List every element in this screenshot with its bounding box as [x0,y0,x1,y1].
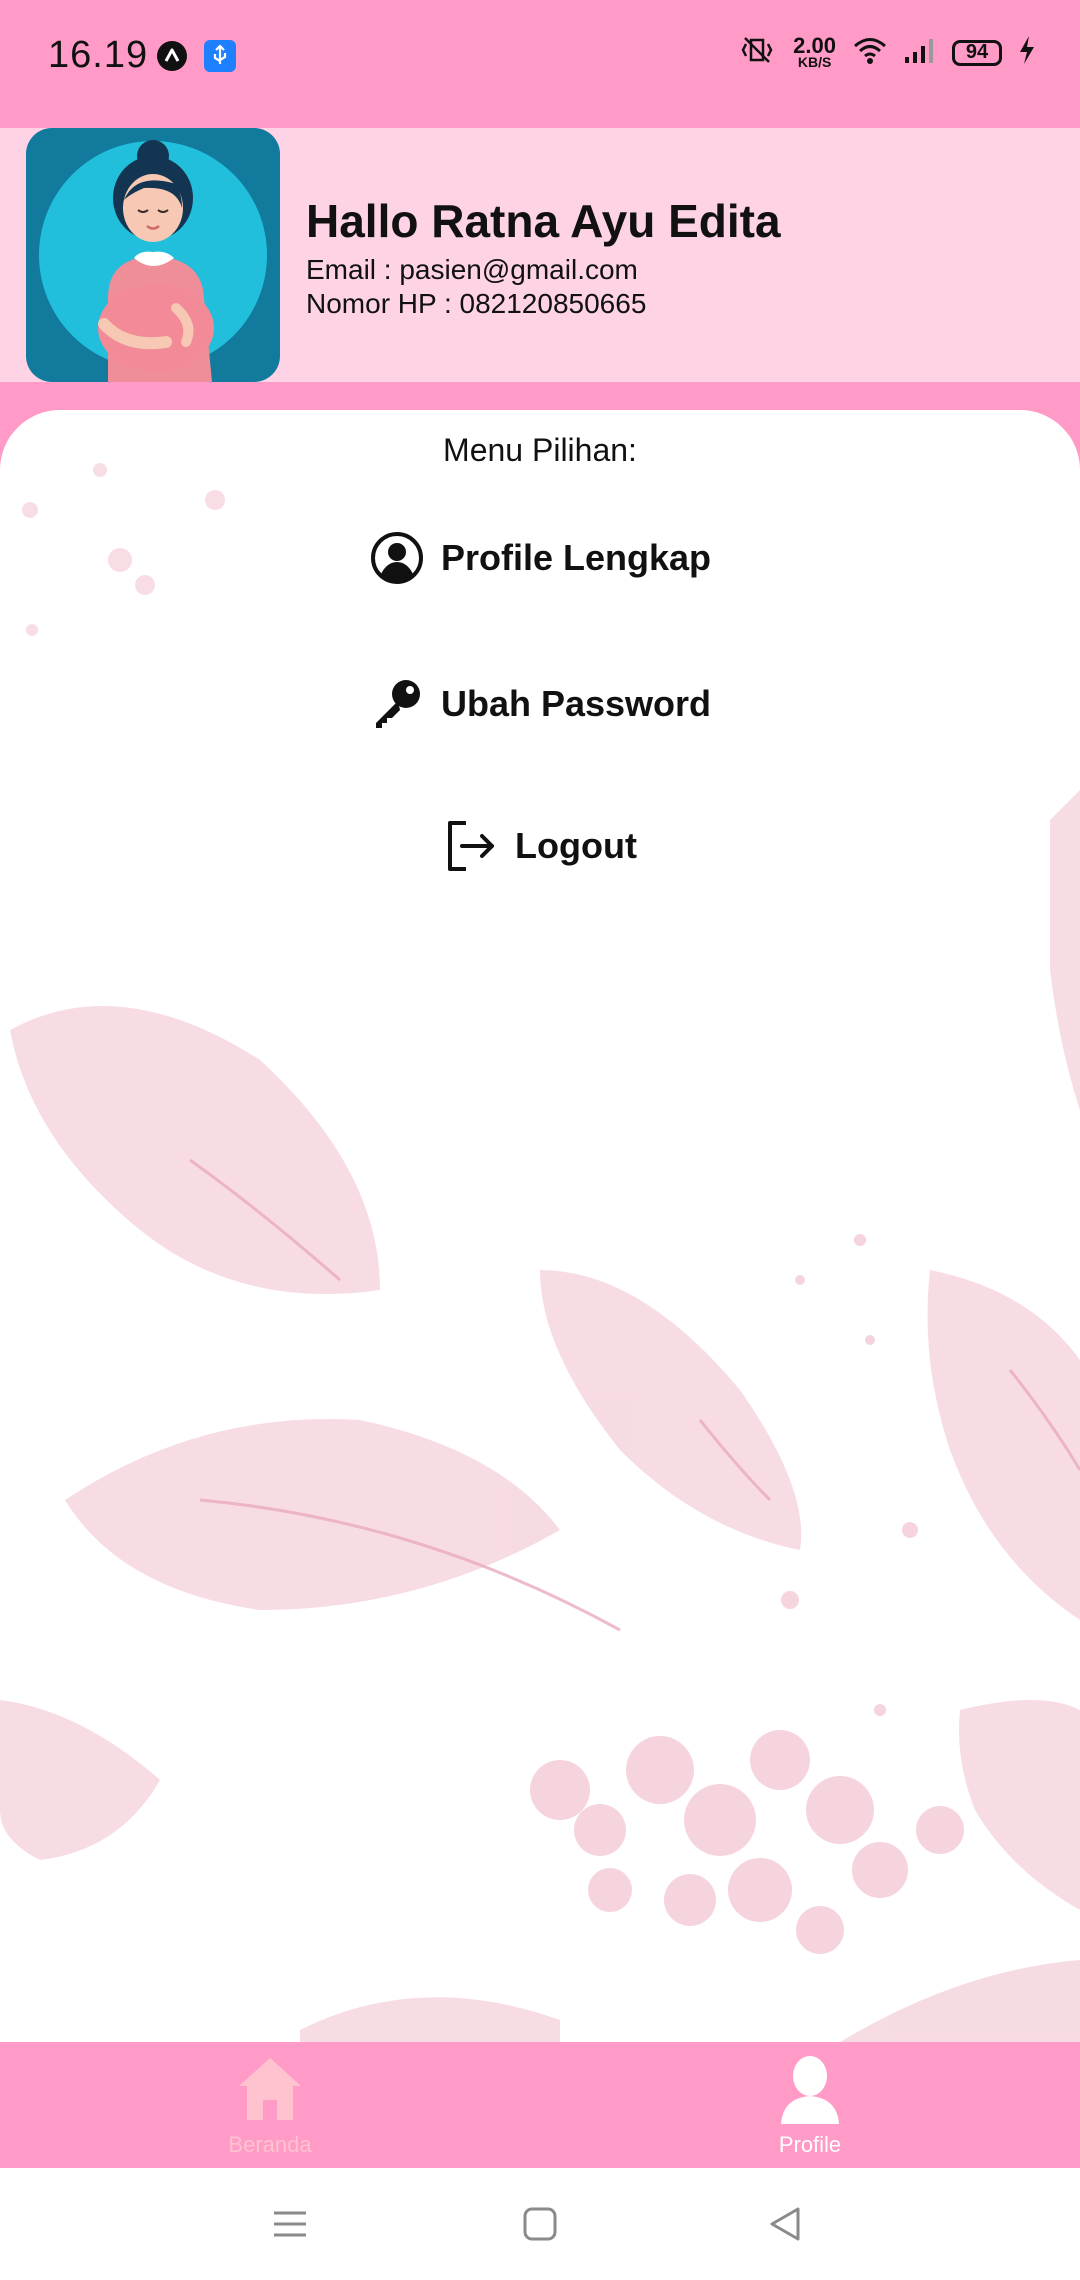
tab-beranda[interactable]: Beranda [0,2042,540,2168]
network-speed: 2.00 KB/S [793,35,836,71]
network-speed-unit: KB/S [797,54,832,71]
key-icon [369,676,425,732]
menu-item-profile-lengkap[interactable]: Profile Lengkap [0,530,1080,586]
menu-item-label: Ubah Password [440,683,712,724]
logout-icon [443,818,499,874]
system-navigation-bar [0,2168,1080,2280]
battery-indicator: 94 [952,39,1002,66]
status-indicators: 2.00 KB/S 94 [737,34,1036,71]
charging-icon [1018,35,1036,70]
floral-background [0,463,1080,2042]
tab-label: Profile [778,2132,842,2157]
app-notification-icon [156,40,188,77]
menu-panel: Menu Pilihan: Profile Lengkap Ubah Passw… [0,410,1080,2042]
home-icon [237,2054,303,2128]
status-bar: 16.19 2.00 KB/S 94 [0,0,1080,120]
menu-icon[interactable] [268,2202,312,2246]
user-email: Email : pasien@gmail.com [306,254,638,285]
tab-label: Beranda [228,2132,312,2157]
person-icon [777,2054,843,2128]
user-phone: Nomor HP : 082120850665 [306,288,647,319]
avatar [26,128,280,382]
back-icon[interactable] [764,2202,808,2246]
menu-item-logout[interactable]: Logout [0,818,1080,874]
bottom-navigation: Beranda Profile [0,2042,1080,2168]
tab-profile[interactable]: Profile [540,2042,1080,2168]
vibrate-mute-icon [737,34,777,71]
user-circle-icon [369,530,425,586]
status-time: 16.19 [48,34,149,76]
signal-icon [904,35,936,70]
wifi-icon [852,35,888,70]
usb-icon [204,40,236,77]
profile-header: Hallo Ratna Ayu Edita Email : pasien@gma… [0,128,1080,382]
status-notification-icons [156,40,236,77]
home-button-icon[interactable] [518,2202,562,2246]
menu-item-label: Logout [515,825,637,866]
menu-item-label: Profile Lengkap [440,537,712,578]
greeting-name: Hallo Ratna Ayu Edita [306,195,781,247]
menu-item-ubah-password[interactable]: Ubah Password [0,676,1080,732]
menu-title: Menu Pilihan: [443,432,637,468]
